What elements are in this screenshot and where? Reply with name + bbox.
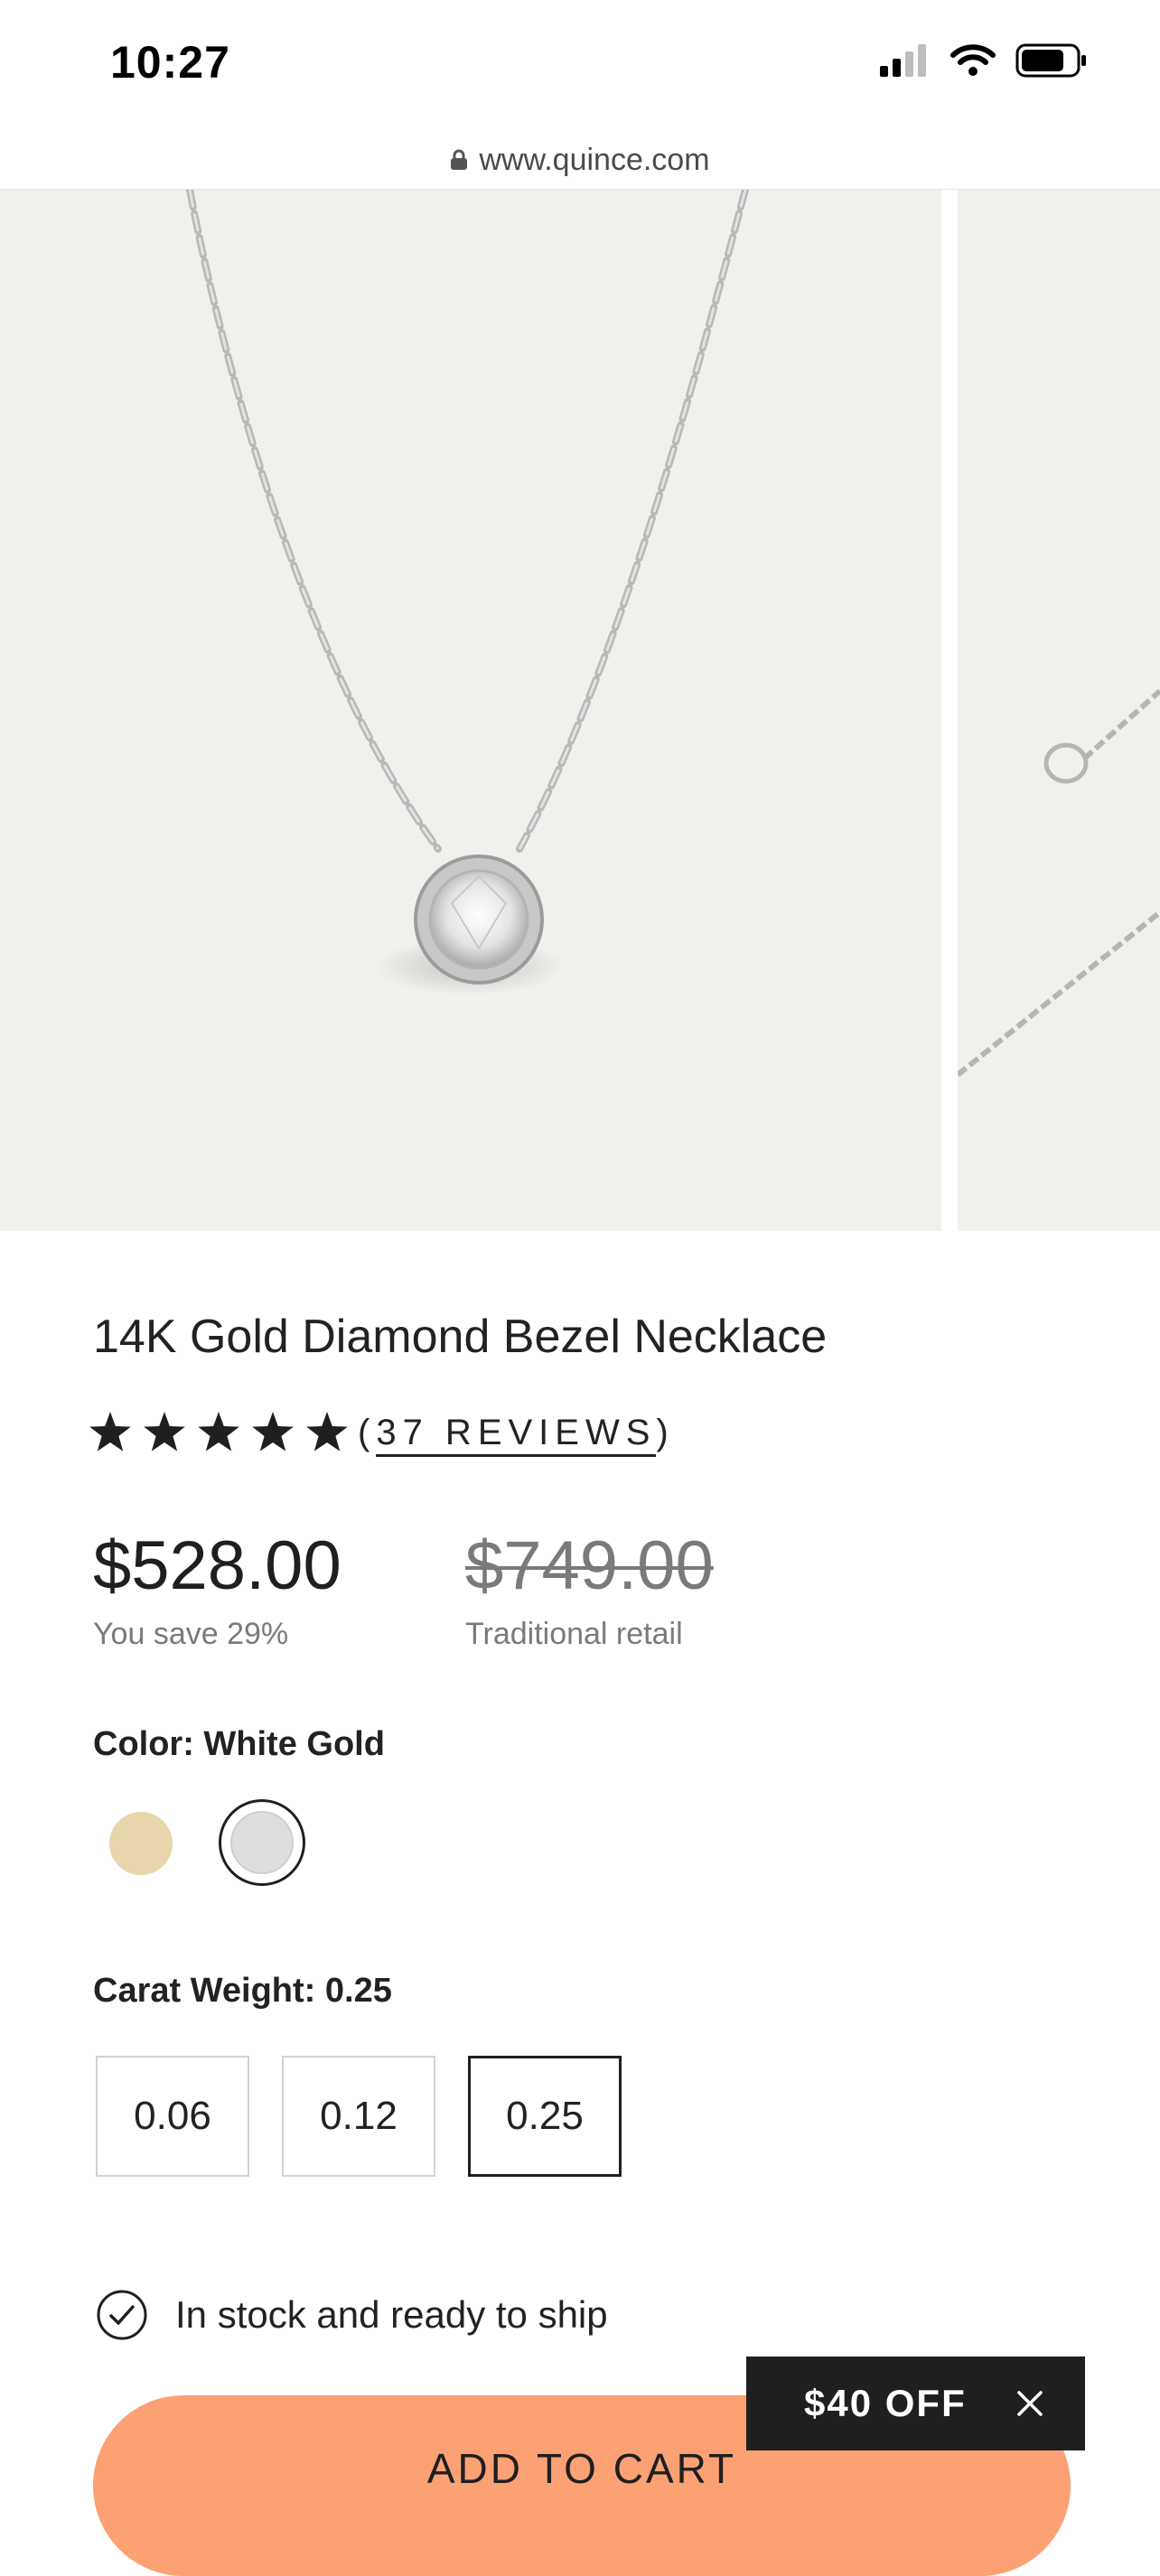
star-icon (144, 1412, 185, 1451)
retail-price: $749.00 (465, 1527, 714, 1604)
swatch-yellow-gold[interactable] (109, 1812, 173, 1875)
promo-banner[interactable]: $40 OFF (746, 2357, 1085, 2450)
product-image-gallery[interactable] (0, 190, 1160, 1231)
add-to-cart-label: ADD TO CART (426, 2445, 737, 2492)
product-image-next[interactable] (956, 190, 1160, 1231)
reviews-close-paren: ) (656, 1412, 675, 1452)
color-label: Color: White Gold (93, 1725, 385, 1763)
stock-status: In stock and ready to ship (96, 2289, 608, 2341)
carat-option-0-12[interactable]: 0.12 (282, 2056, 435, 2177)
reviews-link[interactable]: (37 REVIEWS) (358, 1412, 675, 1457)
product-title: 14K Gold Diamond Bezel Necklace (93, 1311, 828, 1363)
carat-option-0-25[interactable]: 0.25 (468, 2056, 622, 2177)
battery-icon (1015, 43, 1086, 78)
swatch-white-gold[interactable] (219, 1799, 305, 1886)
savings-text: You save 29% (93, 1617, 289, 1651)
retail-label: Traditional retail (465, 1617, 683, 1651)
status-bar: 10:27 (0, 0, 1160, 131)
stock-text: In stock and ready to ship (175, 2293, 608, 2336)
star-rating (89, 1412, 349, 1453)
star-icon (89, 1412, 131, 1451)
star-icon (252, 1412, 294, 1451)
necklace-image (186, 190, 749, 995)
signal-icon (880, 44, 926, 77)
carat-label: Carat Weight: 0.25 (93, 1972, 392, 2010)
status-icons (880, 43, 1088, 78)
promo-label: $40 OFF (804, 2382, 967, 2424)
status-time: 10:27 (110, 37, 230, 88)
product-image-main[interactable] (0, 190, 941, 1231)
star-icon (198, 1412, 239, 1451)
swatch-white-gold-fill (230, 1811, 294, 1874)
star-icon (306, 1412, 348, 1451)
close-icon[interactable] (1016, 2390, 1043, 2417)
url-text: www.quince.com (479, 142, 710, 177)
lock-icon (451, 149, 468, 170)
check-circle-icon (97, 2290, 147, 2340)
product-rating: (37 REVIEWS) (89, 1412, 675, 1457)
necklace-image-alt (956, 688, 1160, 1078)
current-price: $528.00 (93, 1527, 341, 1604)
reviews-count[interactable]: 37 REVIEWS (376, 1412, 657, 1457)
reviews-open-paren: ( (358, 1412, 377, 1452)
wifi-icon (950, 44, 996, 76)
carat-option-0-06[interactable]: 0.06 (96, 2056, 249, 2177)
address-bar[interactable]: www.quince.com (0, 131, 1160, 191)
